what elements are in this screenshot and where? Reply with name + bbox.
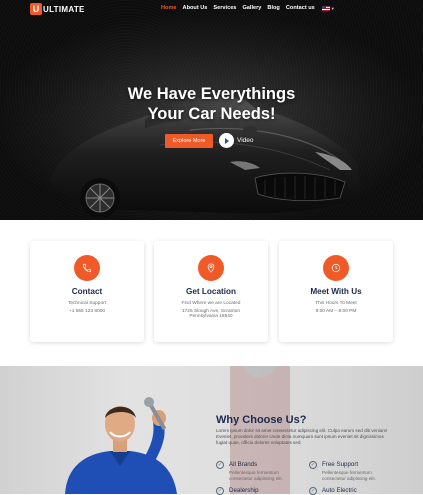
phone-icon [74,255,100,281]
card-text: Technical Support [67,301,107,306]
clock-icon [323,255,349,281]
feature-item: ✓ All Brands Pellentesque fermentum cons… [216,461,291,482]
hero-section: U ULTIMATE Home About Us Services Galler… [0,0,423,220]
card-address: 1725 Slough Ave, Scranton Pennsylvania 1… [154,309,268,319]
card-title: Contact [71,287,103,296]
contact-card: Contact Technical Support +1 555 123 800… [30,241,144,342]
hero-title-line-1: We Have Everythings [127,85,296,103]
brand-logo[interactable]: U ULTIMATE [30,3,85,15]
feature-title: Dealership [229,487,259,494]
top-navbar: U ULTIMATE Home About Us Services Galler… [0,0,423,18]
card-hours: 9:00 AM – 8:00 PM [315,309,357,314]
main-menu: Home About Us Services Gallery Blog Cont… [161,5,335,11]
meet-card: Meet With Us This Hours To Meet 9:00 AM … [279,241,393,342]
feature-title: Free Support [322,461,359,468]
chevron-down-icon: ▼ [330,5,335,11]
nav-gallery[interactable]: Gallery [242,5,261,11]
card-text: Find Where we are Located [181,301,241,306]
feature-title: Auto Electric [322,487,357,494]
check-circle-icon: ✓ [309,461,317,469]
video-label[interactable]: Video [237,137,254,144]
feature-title: All Brands [229,461,258,468]
feature-desc: Pellentesque fermentum consectetur adipi… [322,470,376,481]
location-pin-icon [198,255,224,281]
card-title: Meet With Us [310,287,362,296]
nav-contact-us[interactable]: Contact us [286,5,315,11]
hero-title-line-2: Your Car Needs! [147,105,276,123]
play-video-button[interactable] [219,133,234,148]
nav-home[interactable]: Home [161,5,177,11]
nav-services[interactable]: Services [213,5,236,11]
card-text: This Hours To Meet [315,301,357,306]
us-flag-icon [321,5,330,11]
address-line-2: Pennsylvania 18540 [189,314,233,319]
explore-more-button[interactable]: Explore More [165,134,213,148]
language-selector[interactable]: ▼ [321,5,335,11]
location-card: Get Location Find Where we are Located 1… [154,241,268,342]
brand-name: ULTIMATE [43,4,85,14]
nav-blog[interactable]: Blog [267,5,279,11]
why-choose-text: Lorem ipsum dolor sit amet consectetur a… [216,428,388,446]
card-phone[interactable]: +1 555 123 8000 [30,309,144,314]
why-choose-title: Why Choose Us? [216,414,307,426]
feature-item: ✓ Free Support Pellentesque fermentum co… [309,461,384,482]
feature-desc: Pellentesque fermentum consectetur adipi… [229,470,283,481]
check-circle-icon: ✓ [216,461,224,469]
nav-about-us[interactable]: About Us [183,5,208,11]
logo-mark: U [30,3,42,15]
card-title: Get Location [185,287,237,296]
mechanic-image [65,397,177,494]
